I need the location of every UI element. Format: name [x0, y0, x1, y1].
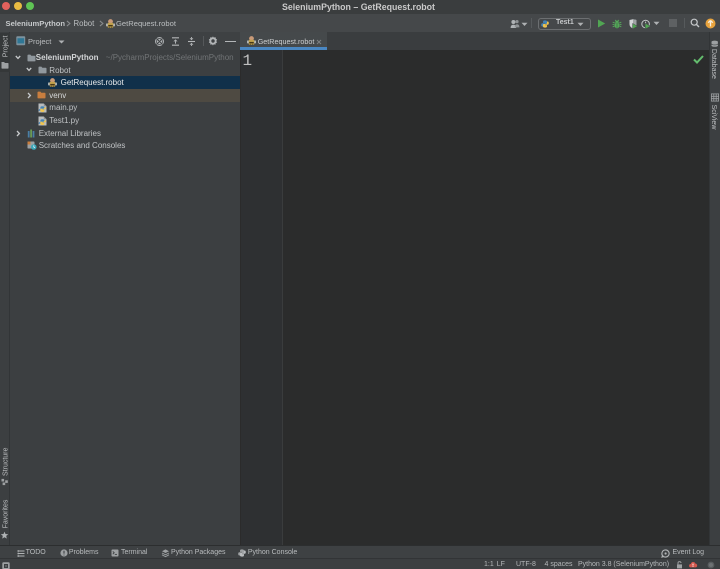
- svg-text:Database: Database: [710, 49, 717, 79]
- svg-text:Project: Project: [3, 35, 10, 57]
- svg-text:SciView: SciView: [710, 105, 717, 131]
- svg-text:Favorites: Favorites: [3, 499, 10, 528]
- svg-text:Structure: Structure: [3, 447, 10, 476]
